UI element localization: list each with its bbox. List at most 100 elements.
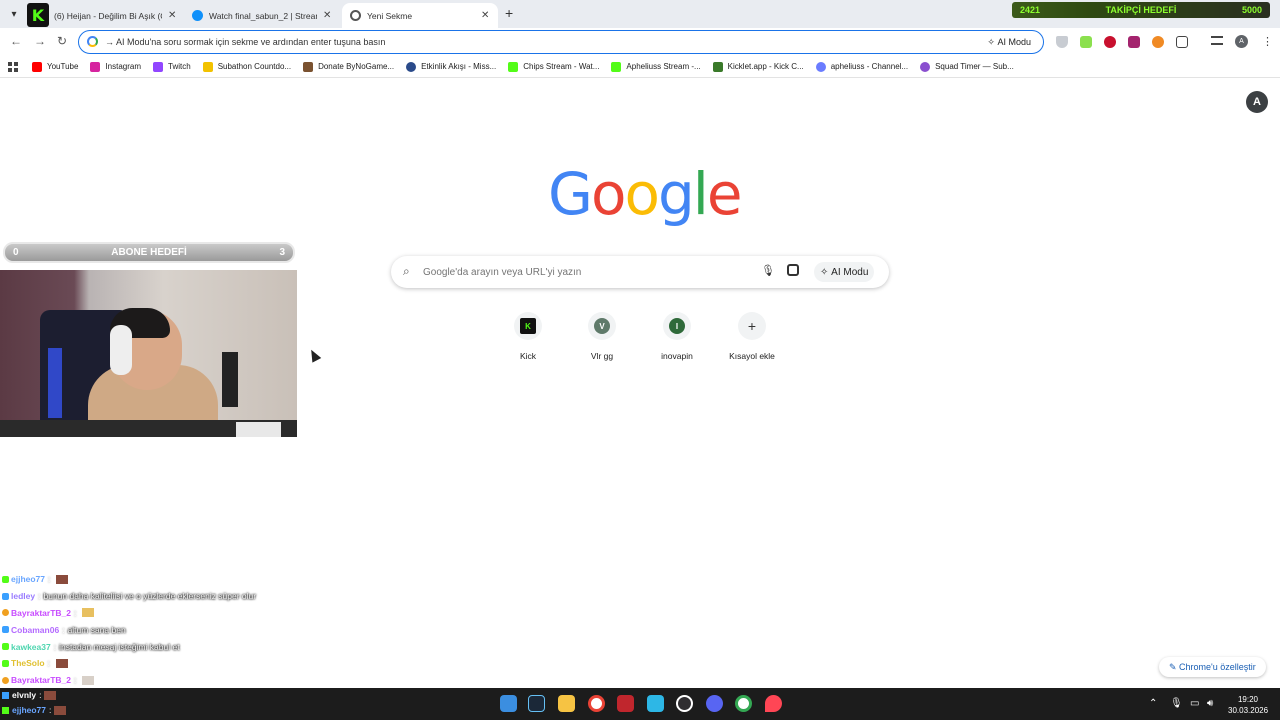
taskbar: elvnly: ejjheo77: ⌃ 🎙︎ ▭ 🔊︎ 19:20 30.03.… [0, 688, 1280, 720]
taskbar-clock[interactable]: 19:20 30.03.2026 [1228, 694, 1268, 716]
shortcut-initial: I [675, 321, 679, 331]
shortcut-vlr-gg[interactable]: V Vlr gg [567, 312, 637, 361]
badge-icon [2, 643, 9, 651]
address-bar[interactable]: → AI Modu'na soru sormak için sekme ve a… [78, 30, 1044, 54]
extension-icon[interactable] [1128, 36, 1140, 48]
close-icon[interactable]: ✕ [481, 10, 489, 21]
chat-username: BayraktarTB_2 [11, 607, 72, 618]
bookmark-etkinlik[interactable]: Etkinlik Akışı - Miss... [406, 61, 496, 72]
clock-time: 19:20 [1237, 695, 1259, 704]
badge-icon [2, 592, 9, 600]
sub-goal-current: 0 [13, 247, 19, 258]
start-icon[interactable] [500, 695, 517, 712]
badge-icon [2, 609, 9, 617]
chat-username: BayraktarTB_2 [11, 675, 72, 686]
shortcut-initial: V [599, 321, 605, 331]
menu-icon[interactable]: ⋮ [1262, 35, 1273, 48]
sub-goal-target: 3 [279, 247, 285, 258]
bookmark-label: Instagram [105, 62, 142, 71]
bookmark-label: Twitch [168, 62, 191, 71]
bookmark-chips[interactable]: Chips Stream - Wat... [508, 61, 599, 72]
shortcut-label: Vlr gg [590, 351, 614, 361]
reload-button[interactable]: ↻ [57, 34, 67, 48]
back-button[interactable]: ← [10, 34, 22, 48]
tab-search-button[interactable]: ▾ [4, 4, 24, 24]
bookmark-label: Subathon Countdo... [217, 62, 292, 71]
chat-message: TheSolo: [2, 655, 322, 672]
chat-message: BayraktarTB_2: [2, 672, 322, 689]
chevron-up-icon[interactable]: ⌃ [1149, 698, 1157, 709]
bookmark-apheliuss[interactable]: Apheliuss Stream -... [611, 61, 701, 72]
badge-icon [2, 707, 9, 714]
shortcut-add[interactable]: + Kısayol ekle [717, 312, 787, 361]
chat-text: altum sana ben [67, 624, 126, 635]
instagram-icon [90, 61, 101, 72]
close-icon[interactable]: ✕ [168, 10, 176, 21]
bookmark-twitch[interactable]: Twitch [153, 61, 191, 72]
apps-icon[interactable] [8, 61, 18, 72]
desktop: ▾ K (6) Heijan - Değilim Bi Aşık (Offi ✕… [0, 0, 1280, 720]
chat-username: ejjheo77 [11, 574, 46, 585]
toolbar: ← → ↻ → AI Modu'na soru sormak için sekm… [0, 28, 1280, 56]
bookmark-label: YouTube [47, 62, 79, 71]
lens-icon[interactable] [787, 264, 799, 276]
sub-goal-label: ABONE HEDEFİ [111, 247, 187, 258]
shield-icon[interactable] [1056, 36, 1068, 48]
bookmark-subathon[interactable]: Subathon Countdo... [202, 61, 292, 72]
file-explorer-icon[interactable] [558, 695, 575, 712]
discord-icon[interactable] [706, 695, 723, 712]
bookmark-channel[interactable]: apheliuss - Channel... [815, 61, 908, 72]
account-avatar[interactable]: A [1246, 91, 1268, 113]
extension-icon[interactable] [1080, 36, 1092, 48]
badge-icon [2, 659, 9, 667]
app-icon[interactable] [647, 695, 664, 712]
bookmark-squad-timer[interactable]: Squad Timer — Sub... [920, 61, 1014, 72]
customize-chrome-button[interactable]: ✎ Chrome'u özelleştir [1159, 657, 1266, 677]
close-icon[interactable]: ✕ [323, 10, 331, 21]
app-icon[interactable] [617, 695, 634, 712]
volume-icon[interactable]: 🔊︎ [1207, 698, 1213, 709]
new-tab-button[interactable]: + [505, 5, 513, 21]
tab-new-tab[interactable]: Yeni Sekme ✕ [342, 3, 498, 28]
chat-separator: : [48, 574, 51, 585]
emote-icon [54, 706, 67, 715]
bookmark-bynogame[interactable]: Donate ByNoGame... [303, 61, 394, 72]
chat-overlay: ejjheo77: ledley: bunun daha kaliteliisi … [2, 571, 322, 689]
chat-separator: : [38, 591, 41, 602]
chat-username: TheSolo [11, 658, 45, 669]
tab-streamable[interactable]: Watch final_sabun_2 | Streamab ✕ [184, 3, 339, 28]
media-icon[interactable] [1211, 36, 1223, 45]
shortcut-initial: K [525, 321, 531, 331]
valorant-icon[interactable] [765, 695, 782, 712]
ai-mode-button[interactable]: ✧ AI Modu [814, 262, 875, 282]
obs-icon[interactable] [676, 695, 693, 712]
microphone-icon[interactable]: 🎙︎ [1170, 698, 1183, 709]
bynogame-icon [303, 61, 314, 72]
tab-heijan[interactable]: (6) Heijan - Değilim Bi Aşık (Offi ✕ [46, 3, 184, 28]
bookmark-kicklet[interactable]: Kicklet.app - Kick C... [712, 61, 804, 72]
search-input[interactable] [423, 262, 743, 282]
ai-mode-button[interactable]: ✧ AI Modu [981, 34, 1037, 50]
customize-label: Chrome'u özelleştir [1179, 662, 1256, 672]
bookmark-youtube[interactable]: YouTube [32, 61, 79, 72]
pencil-icon: ✎ [1169, 661, 1180, 672]
adblock-icon[interactable] [1104, 36, 1116, 48]
bookmark-instagram[interactable]: Instagram [90, 61, 142, 72]
steam-icon[interactable] [528, 695, 545, 712]
forward-button[interactable]: → [34, 34, 46, 48]
chrome-icon[interactable] [735, 695, 752, 712]
shortcut-kick[interactable]: K Kick [493, 312, 563, 361]
shortcut-inovapin[interactable]: I inovapin [642, 312, 712, 361]
chrome-icon[interactable] [588, 695, 605, 712]
network-icon[interactable]: ▭ [1190, 698, 1199, 709]
chat-message: Cobaman06: altum sana ben [2, 621, 322, 638]
vlr-icon: V [594, 318, 610, 334]
emote-icon [82, 675, 95, 685]
streamable-icon [192, 10, 203, 21]
follow-goal-target: 5000 [1241, 5, 1262, 15]
follow-goal-overlay: 2421 TAKİPÇİ HEDEFİ 5000 [1012, 2, 1270, 18]
puzzle-icon[interactable] [1176, 36, 1188, 48]
profile-button[interactable]: A [1235, 35, 1248, 48]
extension-icon[interactable] [1152, 36, 1164, 48]
microphone-icon[interactable]: 🎙︎ [761, 264, 775, 277]
